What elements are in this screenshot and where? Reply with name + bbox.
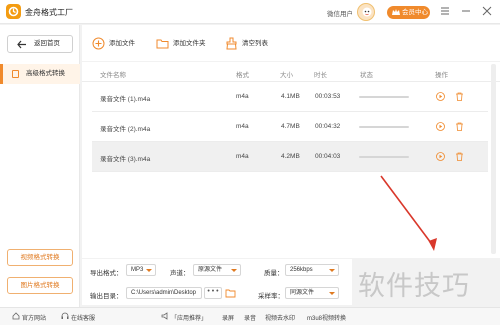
close-icon[interactable] bbox=[482, 6, 492, 16]
toolbar: 添加文件 添加文件夹 清空列表 bbox=[82, 25, 500, 61]
chevron-down-icon bbox=[329, 292, 335, 295]
file-size: 4.7MB bbox=[281, 123, 300, 130]
output-settings: 导出格式： MP3 声道： 原源文件 质量： 256kbps 输出目录： C:\… bbox=[82, 259, 352, 305]
back-arrow-icon bbox=[17, 40, 26, 49]
home-icon bbox=[12, 312, 20, 320]
back-home-label: 返回首页 bbox=[34, 40, 60, 47]
column-status: 状态 bbox=[360, 72, 373, 79]
sidebar-item-label: 高级格式转换 bbox=[26, 70, 65, 77]
footer: 官方网站 在线客服 「应用推荐」 录屏 录音 视频去水印 m3u8视频转换 bbox=[0, 307, 500, 325]
delete-icon[interactable] bbox=[455, 122, 464, 131]
table-row[interactable]: 录音文件 (3).m4a m4a 4.2MB 00:04:03 bbox=[92, 142, 488, 172]
clear-list-button[interactable]: 清空列表 bbox=[225, 37, 268, 50]
chevron-down-icon bbox=[231, 269, 237, 272]
column-name: 文件名称 bbox=[100, 72, 126, 79]
table-header: 文件名称 格式 大小 时长 状态 操作 bbox=[82, 62, 500, 82]
play-icon[interactable] bbox=[436, 92, 445, 101]
scrollbar[interactable] bbox=[491, 64, 496, 254]
add-file-icon bbox=[92, 37, 105, 50]
megaphone-icon bbox=[161, 312, 168, 320]
quality-value: 256kbps bbox=[290, 267, 313, 273]
channel-select[interactable]: 原源文件 bbox=[193, 264, 241, 276]
add-folder-label: 添加文件夹 bbox=[173, 40, 206, 47]
crown-icon bbox=[392, 9, 400, 15]
file-name: 录音文件 (3).m4a bbox=[100, 156, 151, 163]
table-row[interactable]: 录音文件 (2).m4a m4a 4.7MB 00:04:32 bbox=[92, 112, 488, 142]
output-format-label: 导出格式： bbox=[90, 270, 123, 277]
file-format: m4a bbox=[236, 153, 249, 160]
quality-select[interactable]: 256kbps bbox=[285, 264, 339, 276]
app-title: 金舟格式工厂 bbox=[25, 8, 73, 17]
file-size: 4.2MB bbox=[281, 153, 300, 160]
sidebar-item-advanced-convert[interactable]: 高级格式转换 bbox=[0, 64, 80, 84]
folder-icon bbox=[156, 39, 169, 49]
vip-center-label: 会员中心 bbox=[402, 9, 428, 16]
app-logo-icon bbox=[6, 4, 21, 19]
column-format: 格式 bbox=[236, 72, 249, 79]
website-label: 官方网站 bbox=[22, 316, 47, 322]
delete-icon[interactable] bbox=[455, 92, 464, 101]
browse-button[interactable]: • • • bbox=[204, 287, 222, 299]
quality-label: 质量： bbox=[264, 270, 284, 277]
remove-watermark-link[interactable]: 视频去水印 bbox=[265, 313, 295, 322]
sidebar: 返回首页 高级格式转换 视频格式转换 图片格式转换 bbox=[0, 25, 80, 315]
channel-label: 声道： bbox=[170, 270, 190, 277]
column-action: 操作 bbox=[435, 72, 448, 79]
add-file-label: 添加文件 bbox=[109, 40, 135, 47]
file-list: 文件名称 格式 大小 时长 状态 操作 录音文件 (1).m4a m4a 4.1… bbox=[82, 62, 500, 258]
record-screen-link[interactable]: 录屏 bbox=[222, 313, 234, 322]
video-convert-button[interactable]: 视频格式转换 bbox=[7, 249, 73, 266]
output-dir-label: 输出目录： bbox=[90, 293, 123, 300]
recommend-link[interactable]: 「应用推荐」 bbox=[161, 312, 208, 322]
sample-rate-value: 同源文件 bbox=[290, 290, 315, 296]
channel-value: 原源文件 bbox=[198, 267, 223, 273]
play-icon[interactable] bbox=[436, 122, 445, 131]
vip-center-button[interactable]: 会员中心 bbox=[387, 6, 430, 19]
file-duration: 00:04:03 bbox=[315, 153, 341, 160]
website-link[interactable]: 官方网站 bbox=[12, 312, 47, 322]
chevron-down-icon bbox=[329, 269, 335, 272]
delete-icon[interactable] bbox=[455, 152, 464, 161]
broom-icon bbox=[226, 37, 237, 50]
headset-icon bbox=[61, 312, 69, 319]
file-size: 4.1MB bbox=[281, 93, 300, 100]
sample-rate-label: 采样率： bbox=[258, 293, 284, 300]
file-duration: 00:03:53 bbox=[315, 93, 341, 100]
column-size: 大小 bbox=[280, 72, 293, 79]
file-format: m4a bbox=[236, 93, 249, 100]
output-dir-field[interactable]: C:\Users\admin\Desktop bbox=[126, 287, 202, 299]
clear-list-label: 清空列表 bbox=[242, 40, 268, 47]
recommend-label: 「应用推荐」 bbox=[171, 316, 208, 322]
record-audio-link[interactable]: 录音 bbox=[244, 313, 256, 322]
play-icon[interactable] bbox=[436, 152, 445, 161]
m3u8-link[interactable]: m3u8视频转换 bbox=[307, 313, 346, 322]
progress-bar bbox=[359, 156, 409, 158]
add-file-button[interactable]: 添加文件 bbox=[92, 37, 135, 50]
user-name[interactable]: 微信用户 bbox=[327, 8, 353, 18]
output-format-value: MP3 bbox=[131, 267, 144, 273]
support-link[interactable]: 在线客服 bbox=[61, 312, 96, 322]
add-folder-button[interactable]: 添加文件夹 bbox=[156, 37, 206, 50]
title-bar: 金舟格式工厂 微信用户 会员中心 bbox=[0, 0, 500, 24]
sample-rate-select[interactable]: 同源文件 bbox=[285, 287, 339, 299]
support-label: 在线客服 bbox=[71, 316, 96, 322]
folder-icon[interactable] bbox=[225, 288, 236, 298]
file-name: 录音文件 (2).m4a bbox=[100, 126, 151, 133]
table-row[interactable]: 录音文件 (1).m4a m4a 4.1MB 00:03:53 bbox=[92, 82, 488, 112]
user-avatar[interactable] bbox=[357, 3, 375, 21]
minimize-icon[interactable] bbox=[461, 6, 471, 16]
output-format-select[interactable]: MP3 bbox=[126, 264, 156, 276]
file-duration: 00:04:32 bbox=[315, 123, 341, 130]
back-home-button[interactable]: 返回首页 bbox=[7, 35, 73, 53]
progress-bar bbox=[359, 96, 409, 98]
file-format: m4a bbox=[236, 123, 249, 130]
file-icon bbox=[12, 70, 19, 78]
progress-bar bbox=[359, 126, 409, 128]
menu-icon[interactable] bbox=[440, 6, 450, 16]
file-name: 录音文件 (1).m4a bbox=[100, 96, 151, 103]
chevron-down-icon bbox=[146, 269, 152, 272]
image-convert-button[interactable]: 图片格式转换 bbox=[7, 277, 73, 294]
column-duration: 时长 bbox=[314, 72, 327, 79]
